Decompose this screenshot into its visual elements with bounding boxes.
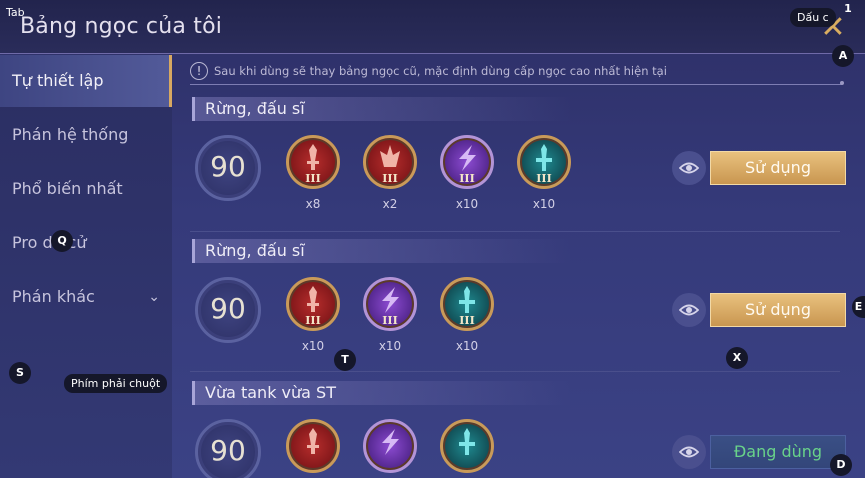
right-click-hint: Phím phải chuột (64, 374, 168, 393)
rune-page-screen: Bảng ngọc của tôi ✕ Tự thiết lập Phán hệ… (0, 0, 865, 478)
key-hint-q: Q (51, 230, 73, 252)
rune-gem[interactable]: III x10 (517, 135, 571, 211)
rune-gem[interactable] (286, 419, 340, 473)
gem-tier: III (459, 314, 475, 327)
sidebar-item-label: Pro dé cử (12, 233, 87, 252)
gem-count: x10 (532, 197, 556, 211)
rune-list: ! Sau khi dùng sẽ thay bảng ngọc cũ, mặc… (172, 55, 865, 478)
rune-gem[interactable]: III x2 (363, 135, 417, 211)
info-icon: ! (190, 62, 208, 80)
page-title: Bảng ngọc của tôi (20, 14, 223, 39)
gem-count: x10 (301, 339, 325, 353)
sidebar-item-other[interactable]: Phán khác ⌄ (0, 271, 172, 323)
divider (190, 231, 840, 232)
sword-gem-icon: III (517, 135, 571, 189)
divider (190, 371, 840, 372)
rune-gem[interactable]: III x10 (440, 277, 494, 353)
eye-icon[interactable] (672, 435, 706, 469)
key-hint-1: 1 (844, 2, 852, 15)
sidebar-item-pro[interactable]: Pro dé cử (0, 217, 172, 269)
key-hint-d: D (830, 454, 852, 476)
key-hint-s: S (9, 362, 31, 384)
key-hint-a: A (832, 45, 854, 67)
sidebar-item-custom[interactable]: Tự thiết lập (0, 55, 172, 107)
lightning-gem-icon (363, 419, 417, 473)
gem-tier: III (305, 314, 321, 327)
tab-hint: Tab (6, 6, 25, 19)
sidebar-item-label: Phổ biến nhất (12, 179, 123, 198)
gem-count: x10 (378, 339, 402, 353)
sword-gem-icon: III (286, 277, 340, 331)
rune-gem[interactable]: III x10 (363, 277, 417, 353)
rune-gem[interactable]: III x10 (286, 277, 340, 353)
rune-gem[interactable]: III x8 (286, 135, 340, 211)
eye-icon[interactable] (672, 293, 706, 327)
sword-gem-icon: III (286, 135, 340, 189)
rune-gem[interactable] (440, 419, 494, 473)
use-button[interactable]: Sử dụng (710, 151, 846, 185)
sidebar-item-label: Phán khác (12, 287, 95, 306)
sword-gem-icon (440, 419, 494, 473)
gem-tier: III (382, 172, 398, 185)
gem-tier: III (459, 172, 475, 185)
level-badge: 90 (195, 277, 261, 343)
gem-tier: III (536, 172, 552, 185)
sidebar: Tự thiết lập Phán hệ thống Phổ biến nhất… (0, 55, 172, 478)
level-badge: 90 (195, 135, 261, 201)
gem-count: x8 (305, 197, 321, 211)
use-button[interactable]: Sử dụng (710, 293, 846, 327)
divider-dot (840, 81, 844, 85)
eye-icon[interactable] (672, 151, 706, 185)
header: Bảng ngọc của tôi ✕ (0, 0, 865, 54)
rune-gem[interactable] (363, 419, 417, 473)
level-badge: 90 (195, 419, 261, 478)
sidebar-item-label: Phán hệ thống (12, 125, 129, 144)
gem-tier: III (382, 314, 398, 327)
sidebar-item-popular[interactable]: Phổ biến nhất (0, 163, 172, 215)
chevron-down-icon: ⌄ (148, 289, 160, 305)
key-hint-t: T (334, 349, 356, 371)
rune-page-title: Vừa tank vừa ST (192, 381, 572, 405)
notice-text: Sau khi dùng sẽ thay bảng ngọc cũ, mặc đ… (214, 64, 667, 78)
gem-count: x2 (382, 197, 398, 211)
top-right-hint: Dấu c (790, 8, 836, 27)
lightning-gem-icon: III (363, 277, 417, 331)
sidebar-item-label: Tự thiết lập (12, 71, 104, 90)
lightning-gem-icon: III (440, 135, 494, 189)
key-hint-x: X (726, 347, 748, 369)
sword-gem-icon (286, 419, 340, 473)
sidebar-item-system[interactable]: Phán hệ thống (0, 109, 172, 161)
gem-tier: III (305, 172, 321, 185)
gem-count: x10 (455, 339, 479, 353)
crown-gem-icon: III (363, 135, 417, 189)
rune-page-title: Rừng, đấu sĩ (192, 239, 572, 263)
rune-gem[interactable]: III x10 (440, 135, 494, 211)
rune-page-title: Rừng, đấu sĩ (192, 97, 572, 121)
sword-gem-icon: III (440, 277, 494, 331)
gem-count: x10 (455, 197, 479, 211)
notice-bar: ! Sau khi dùng sẽ thay bảng ngọc cũ, mặc… (190, 59, 844, 85)
in-use-button[interactable]: Đang dùng (710, 435, 846, 469)
